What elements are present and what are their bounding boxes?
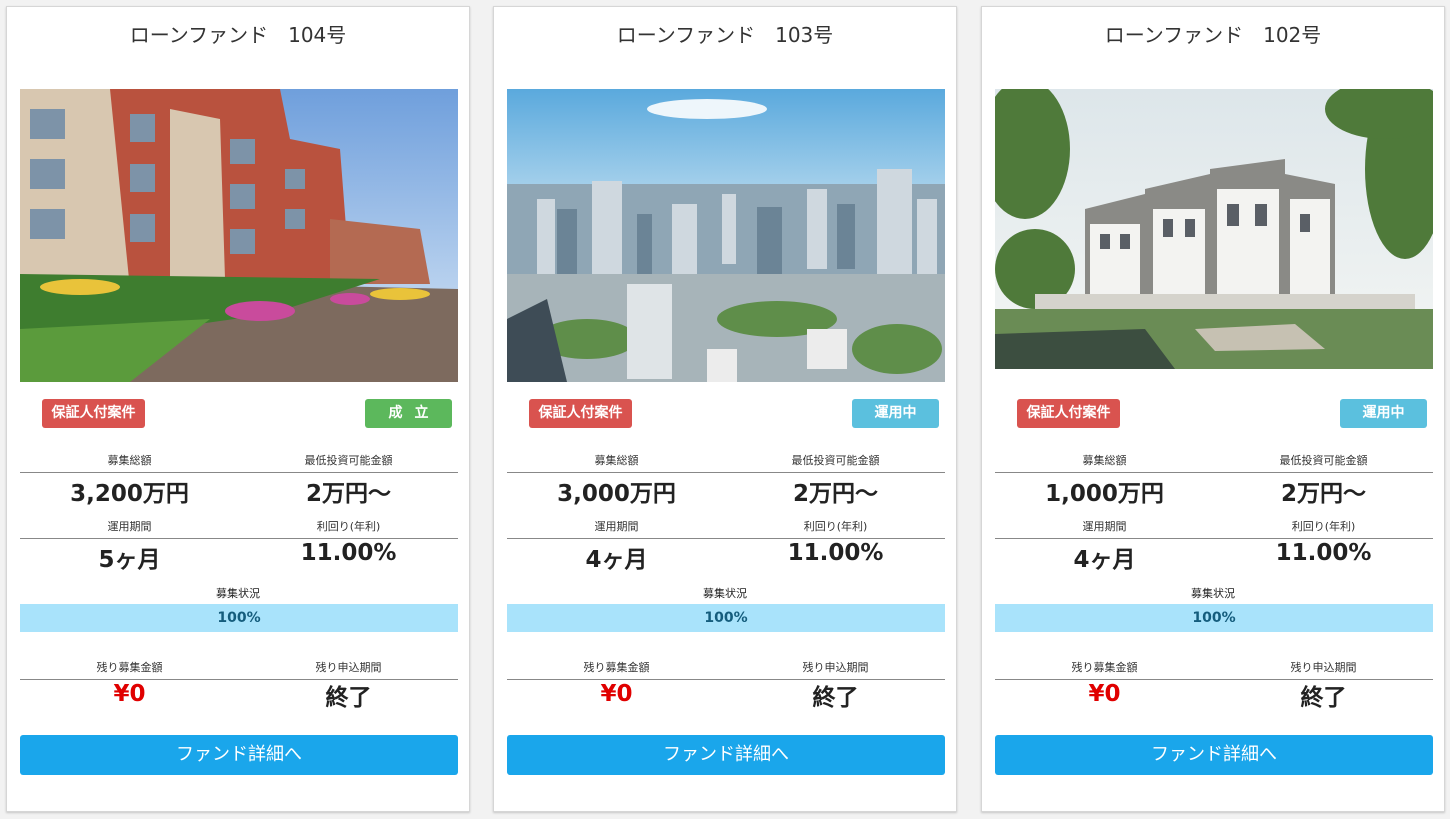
progress-bar: 100% (507, 604, 945, 632)
period-value: 5ヶ月 (98, 547, 161, 573)
fund-title: ローンファンド 102号 (1104, 23, 1322, 47)
remaining-period-label: 残り申込期間 (802, 661, 869, 674)
divider (20, 538, 458, 539)
status-badge: 成立 (365, 399, 452, 428)
yield-value: 11.00% (787, 540, 884, 566)
fund-card: ローンファンド 102号 保証人付案件 運用中 募集総額 最低投資可能金額 1,… (981, 6, 1445, 812)
period-label: 運用期間 (107, 520, 152, 533)
apartment-building-photo (20, 89, 458, 382)
divider (507, 538, 945, 539)
remaining-amount-label: 残り募集金額 (96, 661, 163, 674)
fund-detail-button[interactable]: ファンド詳細へ (507, 735, 945, 775)
min-investment-label: 最低投資可能金額 (1279, 454, 1368, 467)
yield-label: 利回り(年利) (1291, 520, 1356, 533)
fund-card: ローンファンド 104号 保証人付案件 成立 募集総額 最低投資可能金額 3,2… (6, 6, 470, 812)
modern-townhouse-photo (995, 89, 1433, 369)
total-label: 募集総額 (594, 454, 639, 467)
period-label: 運用期間 (594, 520, 639, 533)
total-label: 募集総額 (107, 454, 152, 467)
fund-detail-button[interactable]: ファンド詳細へ (995, 735, 1433, 775)
total-value: 1,000万円 (1045, 481, 1164, 507)
city-skyline-photo (507, 89, 945, 382)
progress-label: 募集状況 (216, 587, 260, 600)
period-label: 運用期間 (1082, 520, 1127, 533)
remaining-amount-value: ¥0 (113, 681, 146, 707)
progress-text: 100% (704, 610, 748, 626)
remaining-period-value: 終了 (325, 685, 372, 711)
fund-title: ローンファンド 104号 (129, 23, 347, 47)
total-label: 募集総額 (1082, 454, 1127, 467)
progress-text: 100% (217, 610, 261, 626)
fund-detail-button[interactable]: ファンド詳細へ (20, 735, 458, 775)
min-investment-label: 最低投資可能金額 (304, 454, 393, 467)
period-value: 4ヶ月 (1073, 547, 1136, 573)
progress-label: 募集状況 (703, 587, 747, 600)
status-badge: 運用中 (1340, 399, 1427, 428)
min-investment-value: 2万円〜 (792, 481, 878, 507)
remaining-amount-value: ¥0 (600, 681, 633, 707)
remaining-amount-label: 残り募集金額 (583, 661, 650, 674)
progress-bar: 100% (20, 604, 458, 632)
status-badge: 運用中 (852, 399, 939, 428)
yield-label: 利回り(年利) (316, 520, 381, 533)
progress-bar: 100% (995, 604, 1433, 632)
fund-title: ローンファンド 103号 (616, 23, 834, 47)
remaining-period-label: 残り申込期間 (315, 661, 382, 674)
guarantor-badge: 保証人付案件 (1017, 399, 1120, 428)
period-value: 4ヶ月 (585, 547, 648, 573)
fund-card: ローンファンド 103号 保証人付案件 運用中 募集総額 最低投資可能金額 3,… (493, 6, 957, 812)
remaining-period-value: 終了 (1300, 685, 1347, 711)
progress-label: 募集状況 (1191, 587, 1235, 600)
yield-value: 11.00% (1275, 540, 1372, 566)
divider (995, 472, 1433, 473)
remaining-amount-label: 残り募集金額 (1071, 661, 1138, 674)
guarantor-badge: 保証人付案件 (42, 399, 145, 428)
guarantor-badge: 保証人付案件 (529, 399, 632, 428)
divider (507, 472, 945, 473)
remaining-amount-value: ¥0 (1088, 681, 1121, 707)
yield-value: 11.00% (300, 540, 397, 566)
min-investment-value: 2万円〜 (1280, 481, 1366, 507)
yield-label: 利回り(年利) (803, 520, 868, 533)
min-investment-value: 2万円〜 (305, 481, 391, 507)
divider (995, 538, 1433, 539)
progress-text: 100% (1192, 610, 1236, 626)
remaining-period-label: 残り申込期間 (1290, 661, 1357, 674)
total-value: 3,200万円 (70, 481, 189, 507)
divider (20, 472, 458, 473)
min-investment-label: 最低投資可能金額 (791, 454, 880, 467)
total-value: 3,000万円 (557, 481, 676, 507)
remaining-period-value: 終了 (812, 685, 859, 711)
